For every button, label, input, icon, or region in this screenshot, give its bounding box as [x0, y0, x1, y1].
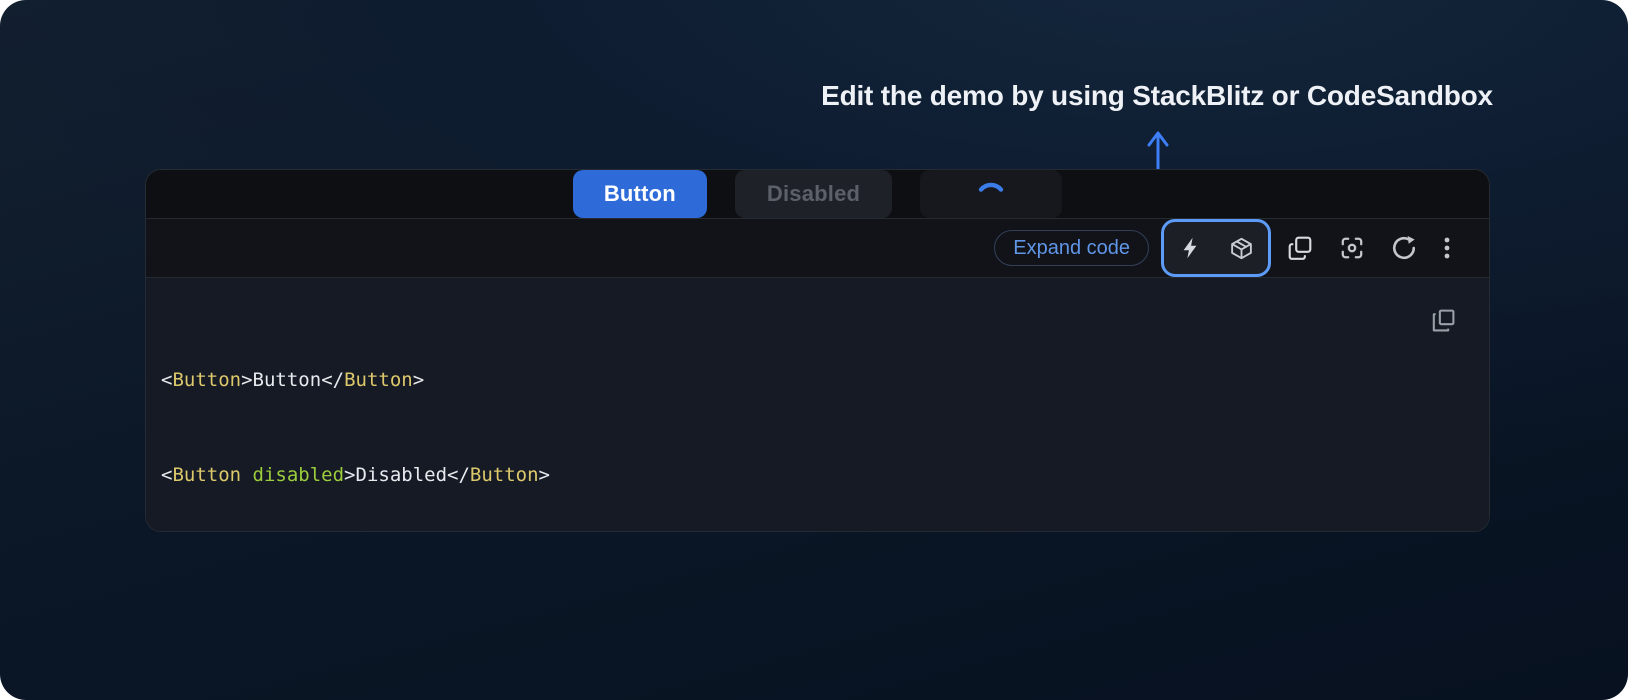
refresh-demo-button[interactable]: [1389, 233, 1419, 263]
loading-spinner-icon: [976, 179, 1006, 209]
docs-page: Edit the demo by using StackBlitz or Cod…: [0, 0, 1628, 700]
edit-online-highlight-box: [1161, 219, 1271, 277]
codesandbox-cube-icon: [1229, 236, 1254, 261]
code-line: <Button disabled>Disabled</Button>: [161, 460, 1474, 492]
demo-primary-button[interactable]: Button: [573, 170, 707, 218]
code-block: <Button>Button</Button> <Button disabled…: [146, 278, 1489, 532]
stackblitz-button[interactable]: [1176, 233, 1206, 263]
copy-code-button[interactable]: [1285, 233, 1315, 263]
demo-disabled-button: Disabled: [735, 170, 892, 218]
code-line: <Button>Button</Button>: [161, 365, 1474, 397]
isolate-demo-button[interactable]: [1337, 233, 1367, 263]
more-kebab-icon: [1436, 235, 1458, 261]
demo-loading-button[interactable]: [920, 170, 1062, 218]
copy-snippet-button[interactable]: [1429, 306, 1457, 334]
code-content: <Button>Button</Button> <Button disabled…: [161, 302, 1474, 532]
demo-preview: Button Disabled: [146, 170, 1489, 218]
more-actions-button[interactable]: [1439, 233, 1455, 263]
stackblitz-lightning-icon: [1179, 236, 1203, 260]
isolate-focus-icon: [1339, 235, 1365, 261]
copy-icon: [1431, 308, 1456, 333]
demo-card: Button Disabled Expand code: [145, 169, 1490, 532]
codesandbox-button[interactable]: [1226, 233, 1256, 263]
copy-icon: [1287, 235, 1313, 261]
expand-code-button[interactable]: Expand code: [994, 230, 1149, 266]
demo-toolbar: Expand code: [146, 218, 1489, 278]
refresh-icon: [1391, 235, 1417, 261]
annotation-caption: Edit the demo by using StackBlitz or Cod…: [812, 80, 1502, 112]
